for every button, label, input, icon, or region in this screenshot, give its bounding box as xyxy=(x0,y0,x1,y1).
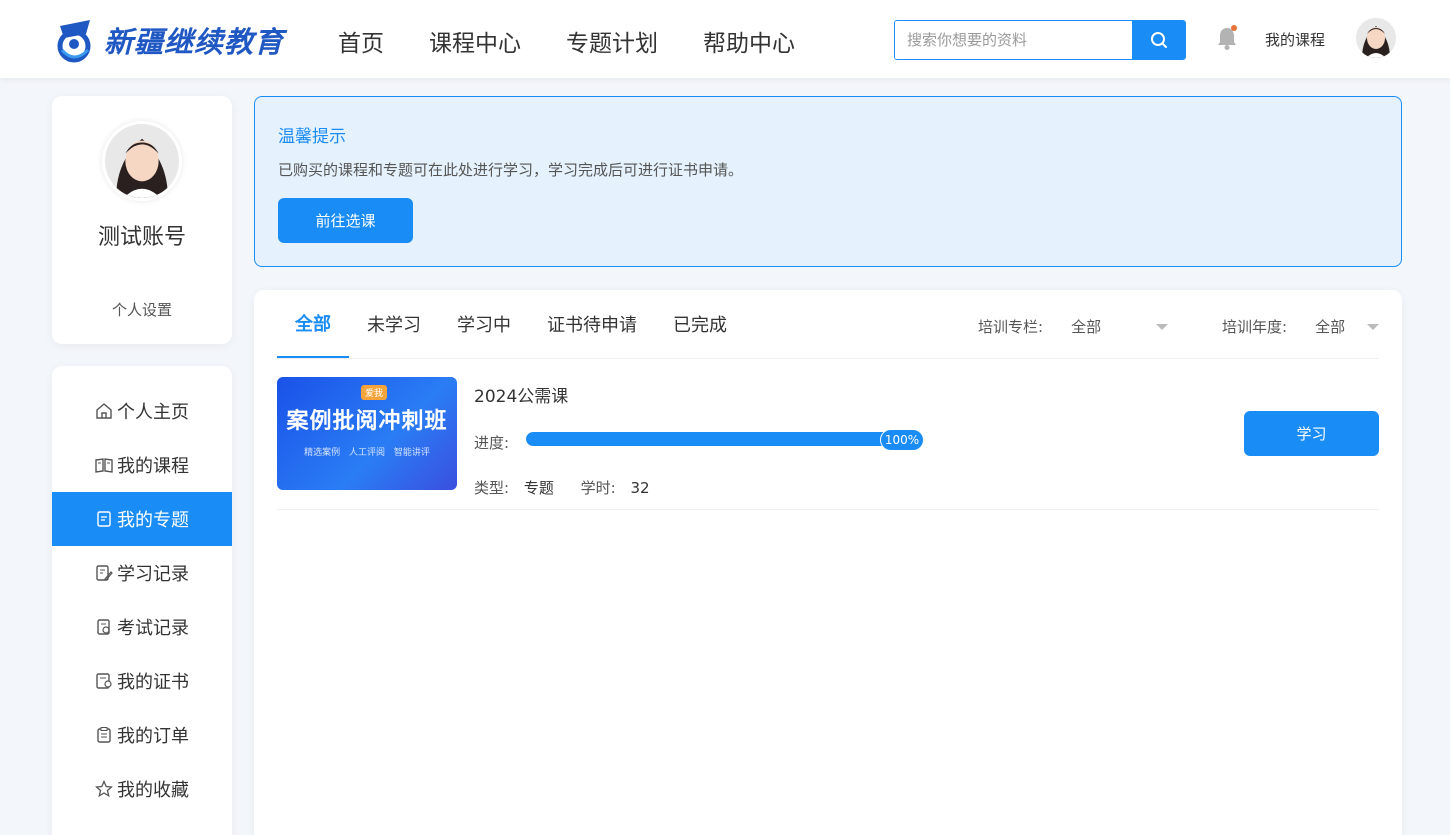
menu-item-my-favorites[interactable]: 我的收藏 xyxy=(52,762,232,816)
chevron-down-icon xyxy=(1367,323,1379,330)
menu-item-label: 我的订单 xyxy=(117,726,189,747)
tab-all[interactable]: 全部 xyxy=(277,290,349,358)
filter-value: 全部 xyxy=(1315,318,1346,336)
header-avatar[interactable] xyxy=(1356,18,1396,58)
content-card: 全部 未学习 学习中 证书待申请 已完成 培训专栏: 全部 培训年度: 全部 爱… xyxy=(254,290,1402,835)
thumbnail-tag: 爱我 xyxy=(361,385,388,400)
tip-text: 已购买的课程和专题可在此处进行学习，学习完成后可进行证书申请。 xyxy=(278,161,744,179)
user-avatar-icon xyxy=(105,124,179,198)
filter-training-column[interactable]: 培训专栏: 全部 xyxy=(978,316,1168,337)
edit-doc-icon xyxy=(96,565,113,581)
thumbnail-title: 案例批阅冲刺班 xyxy=(286,409,448,434)
nav-help-center[interactable]: 帮助中心 xyxy=(703,24,795,58)
document-icon xyxy=(97,511,111,527)
user-avatar-icon xyxy=(1356,18,1396,58)
tab-not-started[interactable]: 未学习 xyxy=(349,290,439,358)
status-tabs: 全部 未学习 学习中 证书待申请 已完成 xyxy=(277,290,745,358)
chevron-down-icon xyxy=(1156,323,1168,330)
clipboard-icon xyxy=(97,727,111,743)
progress-badge: 100% xyxy=(880,429,924,451)
menu-item-label: 我的课程 xyxy=(117,456,189,477)
hours-value: 32 xyxy=(630,479,650,497)
menu-item-my-orders[interactable]: 我的订单 xyxy=(52,708,232,762)
logo-mark-icon xyxy=(57,20,91,63)
menu-item-label: 我的专题 xyxy=(117,510,189,531)
profile-card: 测试账号 个人设置 xyxy=(52,96,232,344)
filter-value: 全部 xyxy=(1071,318,1102,336)
menu-item-label: 我的证书 xyxy=(117,672,189,693)
logo-text: 新疆继续教育 xyxy=(104,25,285,59)
tip-title: 温馨提示 xyxy=(278,127,346,147)
menu-item-study-records[interactable]: 学习记录 xyxy=(52,546,232,600)
course-name[interactable]: 2024公需课 xyxy=(474,382,568,407)
go-select-course-button[interactable]: 前往选课 xyxy=(278,198,413,243)
course-thumbnail[interactable]: 爱我 案例批阅冲刺班 精选案例 人工评阅 智能讲评 xyxy=(277,377,457,490)
tab-in-progress[interactable]: 学习中 xyxy=(439,290,529,358)
menu-item-my-courses[interactable]: 我的课程 xyxy=(52,438,232,492)
site-logo[interactable]: 新疆继续教育 xyxy=(52,16,284,64)
profile-settings-link[interactable]: 个人设置 xyxy=(52,299,232,320)
profile-username: 测试账号 xyxy=(97,225,186,250)
thumbnail-subtitle: 精选案例 人工评阅 智能讲评 xyxy=(304,448,430,458)
menu-item-label: 个人主页 xyxy=(117,402,189,423)
nav-topic-plan[interactable]: 专题计划 xyxy=(566,24,658,58)
search-box xyxy=(894,20,1186,60)
search-input[interactable] xyxy=(895,21,1132,59)
home-icon xyxy=(96,403,112,419)
book-icon xyxy=(95,458,113,473)
nav-course-center[interactable]: 课程中心 xyxy=(429,24,521,58)
hours-label: 学时: xyxy=(580,479,616,497)
progress-fill xyxy=(526,432,918,446)
menu-item-label: 学习记录 xyxy=(117,564,189,585)
filter-label: 培训年度: xyxy=(1222,318,1288,336)
search-icon xyxy=(1150,32,1167,48)
progress-bar xyxy=(526,432,918,446)
profile-avatar xyxy=(102,121,182,201)
menu-item-label: 考试记录 xyxy=(117,618,189,639)
certificate-icon xyxy=(96,673,112,689)
menu-item-exam-records[interactable]: 考试记录 xyxy=(52,600,232,654)
course-meta: 类型: 专题 学时: 32 xyxy=(474,477,650,498)
course-row: 爱我 案例批阅冲刺班 精选案例 人工评阅 智能讲评 2024公需课 进度: 10… xyxy=(277,377,1379,510)
tabs-divider xyxy=(277,358,1379,359)
menu-item-home[interactable]: 个人主页 xyxy=(52,384,232,438)
side-menu: 个人主页 我的课程 我的专题 学习记录 考试记录 我的证书 我的订单 我的收藏 xyxy=(52,366,232,835)
search-button[interactable] xyxy=(1132,21,1185,59)
star-icon xyxy=(95,780,113,798)
tip-box: 温馨提示 已购买的课程和专题可在此处进行学习，学习完成后可进行证书申请。 前往选… xyxy=(254,96,1402,267)
exam-icon xyxy=(97,619,110,635)
main-nav: 首页 课程中心 专题计划 帮助中心 xyxy=(338,24,795,58)
type-value: 专题 xyxy=(523,479,554,497)
study-button[interactable]: 学习 xyxy=(1244,411,1379,456)
notification-button[interactable] xyxy=(1215,25,1239,51)
filter-label: 培训专栏: xyxy=(978,318,1044,336)
menu-item-label: 我的收藏 xyxy=(117,780,189,801)
tab-completed[interactable]: 已完成 xyxy=(655,290,745,358)
notification-dot xyxy=(1231,25,1237,31)
nav-home[interactable]: 首页 xyxy=(338,24,384,58)
progress-label: 进度: xyxy=(474,434,510,452)
top-header: 新疆继续教育 首页 课程中心 专题计划 帮助中心 我的课程 xyxy=(0,0,1450,78)
menu-item-my-topics[interactable]: 我的专题 xyxy=(52,492,232,546)
filter-training-year[interactable]: 培训年度: 全部 xyxy=(1222,316,1379,337)
type-label: 类型: xyxy=(474,479,510,497)
tab-certificate-pending[interactable]: 证书待申请 xyxy=(529,290,655,358)
menu-item-my-certificates[interactable]: 我的证书 xyxy=(52,654,232,708)
header-my-course-link[interactable]: 我的课程 xyxy=(1265,29,1325,50)
